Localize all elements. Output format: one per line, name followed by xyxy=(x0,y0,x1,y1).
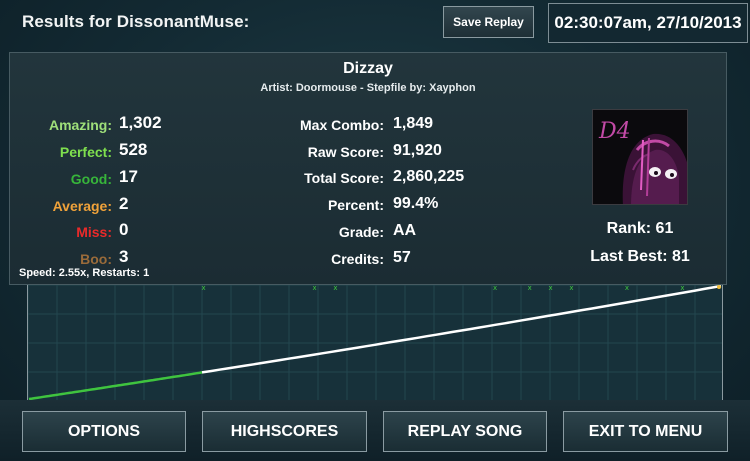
player-avatar: D4 xyxy=(592,109,688,205)
save-replay-button[interactable]: Save Replay xyxy=(443,6,534,38)
accuracy-graph: xxxxxxxxx xyxy=(27,284,723,402)
datetime-display: 02:30:07am, 27/10/2013 xyxy=(548,3,748,43)
stat-value: 1,849 xyxy=(393,115,434,132)
stat-max-combo: Max Combo: 1,849 xyxy=(10,114,490,138)
stat-label: Max Combo: xyxy=(300,117,384,133)
stat-value: 91,920 xyxy=(393,142,442,159)
song-title: Dizzay xyxy=(343,60,393,77)
miss-marker: x xyxy=(202,285,206,292)
stat-raw-score: Raw Score: 91,920 xyxy=(10,141,490,165)
stat-percent: Percent: 99.4% xyxy=(10,194,490,218)
stat-value: 99.4% xyxy=(393,195,439,212)
options-button[interactable]: OPTIONS xyxy=(22,411,186,452)
stat-value: 2,860,225 xyxy=(393,168,465,185)
miss-marker: x xyxy=(493,285,497,292)
stat-label: Total Score: xyxy=(304,170,384,186)
miss-marker: x xyxy=(313,285,317,292)
rank-text: Rank: 61 xyxy=(606,220,674,237)
miss-marker: x xyxy=(528,285,532,292)
avatar-image: D4 xyxy=(593,110,687,204)
stat-label: Raw Score: xyxy=(307,144,384,160)
last-best-text: Last Best: 81 xyxy=(590,248,690,265)
exit-to-menu-button[interactable]: EXIT TO MENU xyxy=(563,411,728,452)
stat-credits: Credits: 57 xyxy=(10,248,490,272)
highscores-button[interactable]: HIGHSCORES xyxy=(202,411,367,452)
stat-total-score: Total Score: 2,860,225 xyxy=(10,167,490,191)
graph-canvas: xxxxxxxxx xyxy=(27,284,722,402)
results-title: Results for DissonantMuse: xyxy=(22,12,250,31)
miss-marker: x xyxy=(333,285,337,292)
stat-grade: Grade: AA xyxy=(10,221,490,245)
stat-label: Grade: xyxy=(338,224,384,240)
score-line xyxy=(201,284,722,374)
stat-label: Percent: xyxy=(327,197,384,213)
bottom-menu-bar: OPTIONS HIGHSCORES REPLAY SONG EXIT TO M… xyxy=(0,400,750,461)
results-panel: Dizzay Artist: Doormouse - Stepfile by: … xyxy=(9,52,727,285)
score-end-dot xyxy=(717,285,721,289)
stat-label: Credits: xyxy=(331,251,384,267)
stat-value: AA xyxy=(393,222,417,239)
song-meta: Artist: Doormouse - Stepfile by: Xayphon xyxy=(260,82,476,94)
top-bar: Results for DissonantMuse: Save Replay 0… xyxy=(0,0,750,46)
miss-marker: x xyxy=(549,285,553,292)
stat-value: 57 xyxy=(393,249,411,266)
replay-song-button[interactable]: REPLAY SONG xyxy=(383,411,547,452)
miss-marker: x xyxy=(569,285,573,292)
miss-marker: x xyxy=(680,285,684,292)
avatar-logo-text: D4 xyxy=(598,119,631,144)
miss-marker: x xyxy=(625,285,629,292)
